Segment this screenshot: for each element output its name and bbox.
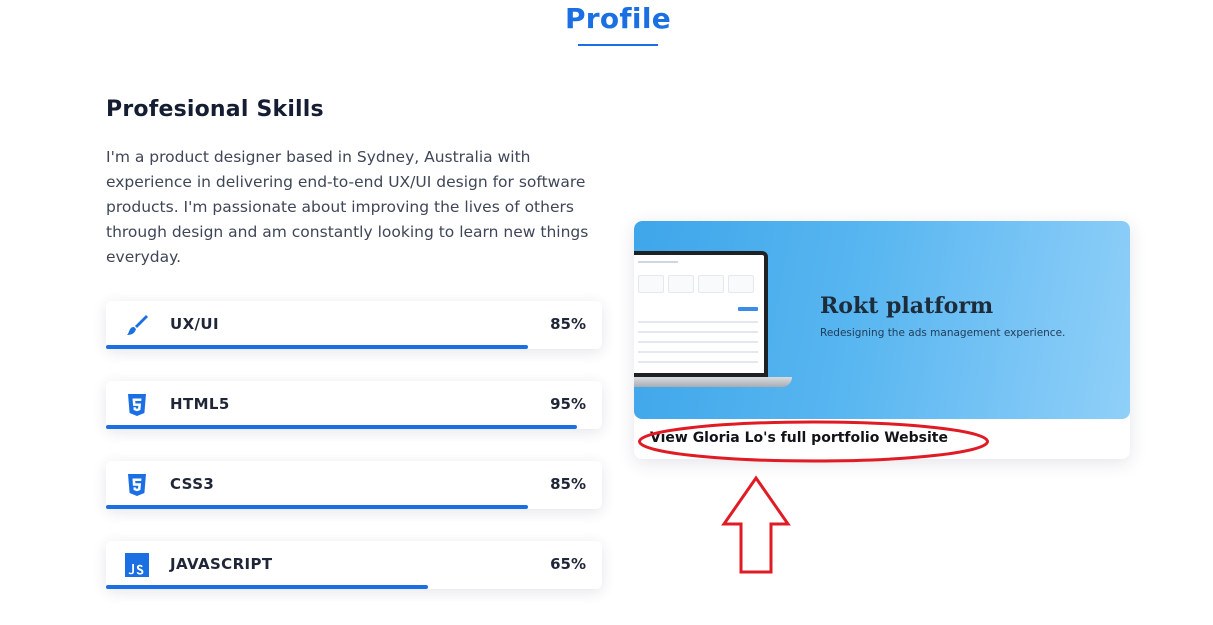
portfolio-link[interactable]: View Gloria Lo's full portfolio Website [650, 430, 948, 446]
skill-percent: 65% [550, 555, 586, 573]
mockup-card [728, 275, 754, 293]
skill-progress-bar [106, 585, 602, 589]
skill-name: HTML5 [170, 395, 230, 413]
mockup-row [638, 341, 758, 343]
skill-name: JAVASCRIPT [170, 555, 273, 573]
skill-progress-bar [106, 425, 602, 429]
skill-progress-bar [106, 345, 602, 349]
skill-progress-bar [106, 505, 602, 509]
skill-name: CSS3 [170, 475, 215, 493]
css3-icon [124, 472, 150, 498]
skill-progress-fill [106, 425, 578, 429]
portfolio-card[interactable]: Rokt platform Redesigning the ads manage… [634, 221, 1130, 459]
skill-card-css3: CSS3 85% [106, 461, 602, 509]
html5-icon [124, 392, 150, 418]
mockup-header [638, 261, 678, 263]
mockup-card [668, 275, 694, 293]
skills-heading: Profesional Skills [106, 97, 324, 122]
mockup-button [738, 307, 758, 311]
javascript-icon [124, 552, 150, 578]
laptop-mockup [634, 251, 768, 377]
skill-card-ux-ui: UX/UI 85% [106, 301, 602, 349]
skill-card-html5: HTML5 95% [106, 381, 602, 429]
mockup-row [638, 331, 758, 333]
mockup-row [638, 321, 758, 323]
promo-title: Rokt platform [820, 293, 994, 319]
title-underline [578, 44, 658, 46]
mockup-row [638, 361, 758, 363]
mockup-card [698, 275, 724, 293]
skill-percent: 85% [550, 475, 586, 493]
skill-name: UX/UI [170, 315, 219, 333]
brush-icon [124, 312, 150, 338]
skill-progress-fill [106, 345, 528, 349]
skill-card-javascript: JAVASCRIPT 65% [106, 541, 602, 589]
page-title: Profile [564, 2, 672, 35]
laptop-base [634, 377, 792, 387]
annotation-up-arrow [721, 475, 791, 574]
mockup-card [638, 275, 664, 293]
portfolio-thumbnail[interactable]: Rokt platform Redesigning the ads manage… [634, 221, 1130, 419]
skill-percent: 85% [550, 315, 586, 333]
skill-progress-fill [106, 505, 528, 509]
promo-subtitle: Redesigning the ads management experienc… [820, 327, 1066, 339]
mockup-row [638, 351, 758, 353]
bio-text: I'm a product designer based in Sydney, … [106, 148, 589, 266]
skill-progress-fill [106, 585, 429, 589]
skill-percent: 95% [550, 395, 586, 413]
